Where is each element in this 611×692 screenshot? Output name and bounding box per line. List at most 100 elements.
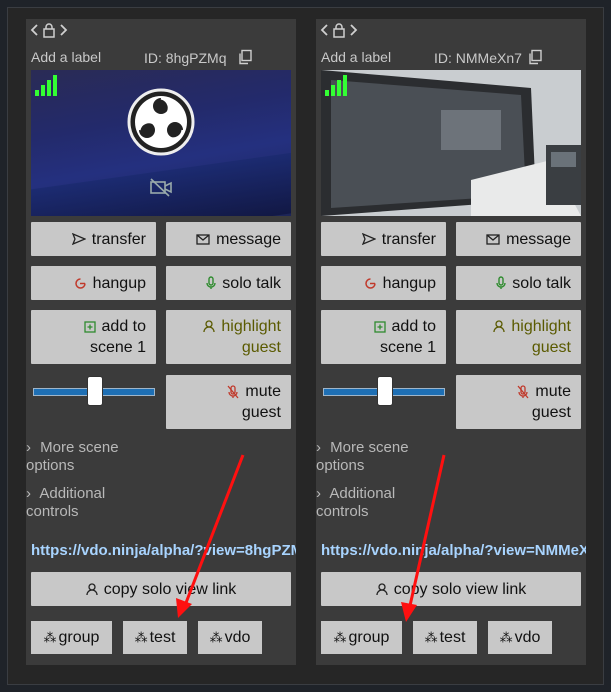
transfer-button[interactable]: transfer <box>321 222 446 256</box>
group-icon: ⁂ <box>499 629 513 645</box>
solo-talk-button[interactable]: solo talk <box>166 266 291 300</box>
add-label-link[interactable]: Add a label <box>321 49 391 65</box>
add-to-scene-button[interactable]: add to scene 1 <box>31 310 156 364</box>
highlight-label-1: highlight <box>221 318 281 335</box>
group-label: group <box>348 628 390 646</box>
more-scene-label-1: More scene <box>330 439 409 456</box>
group-icon: ⁂ <box>333 629 347 645</box>
vdo-label: vdo <box>224 628 251 646</box>
hangup-button[interactable]: hangup <box>321 266 446 300</box>
camera-feed-image <box>321 70 581 216</box>
more-scene-label-1: More scene <box>40 439 119 456</box>
highlight-guest-button[interactable]: highlight guest <box>166 310 291 364</box>
copy-icon[interactable] <box>237 49 253 65</box>
transfer-label: transfer <box>381 230 436 248</box>
user-icon <box>376 582 388 595</box>
group-icon: ⁂ <box>134 629 148 645</box>
video-preview[interactable] <box>31 70 291 216</box>
mute-guest-button[interactable]: mute guest <box>166 375 291 429</box>
plus-square-icon <box>83 320 96 333</box>
additional-controls-toggle[interactable]: › Additional controls <box>26 485 105 521</box>
signal-strength-icon <box>35 75 57 96</box>
copy-icon[interactable] <box>527 49 543 65</box>
more-scene-options-toggle[interactable]: › More scene options <box>26 439 119 475</box>
microphone-icon <box>496 276 506 289</box>
chevron-right-icon[interactable] <box>348 23 358 37</box>
hangup-button[interactable]: hangup <box>31 266 156 300</box>
copy-solo-label: copy solo view link <box>103 580 237 598</box>
message-button[interactable]: message <box>456 222 581 256</box>
envelope-icon <box>196 233 210 245</box>
message-label: message <box>216 230 281 248</box>
additional-controls-toggle[interactable]: › Additional controls <box>316 485 395 521</box>
test-group-button[interactable]: ⁂ test <box>413 621 477 654</box>
mic-mute-icon <box>517 384 529 398</box>
more-scene-options-toggle[interactable]: › More scene options <box>316 439 409 475</box>
vdo-label: vdo <box>514 628 541 646</box>
chevron-left-icon[interactable] <box>30 23 40 37</box>
add-to-scene-button[interactable]: add to scene 1 <box>321 310 446 364</box>
add-label-link[interactable]: Add a label <box>31 49 101 65</box>
mute-guest-button[interactable]: mute guest <box>456 375 581 429</box>
video-preview[interactable] <box>321 70 581 216</box>
test-label: test <box>149 628 176 646</box>
vdo-group-button[interactable]: ⁂ vdo <box>198 621 262 654</box>
transfer-label: transfer <box>91 230 146 248</box>
lock-icon[interactable] <box>42 22 56 38</box>
mute-label-2: guest <box>531 404 571 421</box>
label-row: Add a label ID: NMMeXn7 <box>321 47 581 67</box>
add-scene-line-1: add to <box>373 316 436 337</box>
send-icon <box>71 233 86 245</box>
highlight-label-1: highlight <box>511 318 571 335</box>
guest-card-2: Add a label ID: NMMeXn7 transfer message… <box>316 19 586 665</box>
solo-talk-button[interactable]: solo talk <box>456 266 581 300</box>
test-group-button[interactable]: ⁂ test <box>123 621 187 654</box>
highlight-line-1: highlight <box>203 316 281 337</box>
message-label: message <box>506 230 571 248</box>
copy-solo-view-link-button[interactable]: copy solo view link <box>31 572 291 606</box>
transfer-button[interactable]: transfer <box>31 222 156 256</box>
view-link[interactable]: https://vdo.ninja/alpha/?view=NMMeXn7 <box>321 542 586 559</box>
group-button[interactable]: ⁂ group <box>31 621 112 654</box>
chevron-right-icon: › <box>26 439 31 456</box>
camera-off-icon <box>150 178 172 197</box>
stream-id: ID: 8hgPZMq <box>144 50 227 66</box>
hangup-label: hangup <box>92 274 146 292</box>
stream-id: ID: NMMeXn7 <box>434 50 522 66</box>
mic-mute-icon <box>227 384 239 398</box>
hangup-label: hangup <box>382 274 436 292</box>
chevron-left-icon[interactable] <box>320 23 330 37</box>
microphone-icon <box>206 276 216 289</box>
mute-label-1: mute <box>535 383 571 400</box>
highlight-guest-button[interactable]: highlight guest <box>456 310 581 364</box>
additional-label-1: Additional <box>39 485 106 502</box>
group-icon: ⁂ <box>424 629 438 645</box>
test-label: test <box>439 628 466 646</box>
add-scene-label-2: scene 1 <box>89 339 146 356</box>
label-row: Add a label ID: 8hgPZMq <box>31 47 291 67</box>
volume-slider-thumb[interactable] <box>377 376 393 406</box>
message-button[interactable]: message <box>166 222 291 256</box>
copy-solo-view-link-button[interactable]: copy solo view link <box>321 572 581 606</box>
chevron-right-icon: › <box>316 439 321 456</box>
signal-strength-icon <box>325 75 347 96</box>
volume-slider-thumb[interactable] <box>87 376 103 406</box>
lock-icon[interactable] <box>332 22 346 38</box>
more-scene-label-2: options <box>26 457 75 474</box>
mute-label-1: mute <box>245 383 281 400</box>
group-button[interactable]: ⁂ group <box>321 621 402 654</box>
user-icon <box>493 320 506 333</box>
solo-talk-label: solo talk <box>222 274 281 292</box>
additional-label-2: controls <box>26 503 79 520</box>
mute-label-2: guest <box>241 404 281 421</box>
chevron-right-icon[interactable] <box>58 23 68 37</box>
plus-square-icon <box>373 320 386 333</box>
solo-talk-label: solo talk <box>512 274 571 292</box>
view-link[interactable]: https://vdo.ninja/alpha/?view=8hgPZMq <box>31 542 296 559</box>
vdo-group-button[interactable]: ⁂ vdo <box>488 621 552 654</box>
more-scene-label-2: options <box>316 457 365 474</box>
copy-solo-label: copy solo view link <box>393 580 527 598</box>
add-scene-line-1: add to <box>83 316 146 337</box>
mute-line-1: mute <box>517 381 571 402</box>
highlight-label-2: guest <box>241 339 281 356</box>
